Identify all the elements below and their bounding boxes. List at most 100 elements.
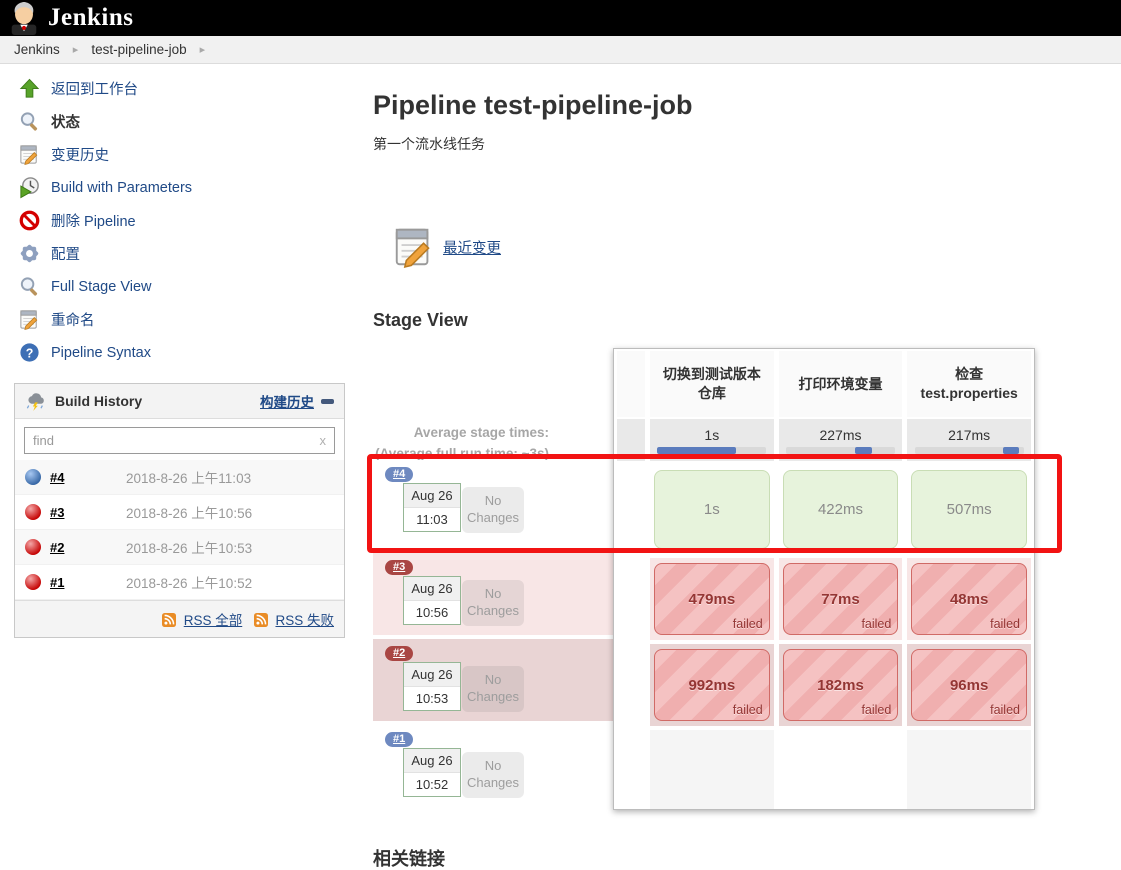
search-icon [18,275,41,298]
sidebar-item-pipeline-syntax[interactable]: ? Pipeline Syntax [0,336,360,369]
stage-header: 检查 test.properties [907,351,1031,417]
svg-text:?: ? [26,346,34,360]
clear-search-icon[interactable]: x [320,433,327,448]
build-date: 2018-8-26 上午10:52 [126,572,252,592]
breadcrumb-separator-icon: ▸ [73,43,79,56]
stage-progress-bar [915,447,1024,454]
stage-cell[interactable]: 992msfailed [654,649,770,721]
stage-header: 打印环境变量 [779,351,903,417]
stage-cell[interactable]: 1s [654,470,770,549]
build-history-row: #3 2018-8-26 上午10:56 [15,495,344,530]
stage-cell[interactable]: 96msfailed [911,649,1027,721]
stage-cell-empty [907,730,1031,809]
stage-cell[interactable]: 182msfailed [783,649,899,721]
no-changes-label: No Changes [462,580,524,626]
build-history-panel: Build History 构建历史 x #4 2018-8-26 上午11:0… [14,383,345,638]
build-badge[interactable]: #3 [385,560,413,575]
stage-cell[interactable]: 48msfailed [911,563,1027,635]
build-history-header: Build History 构建历史 [15,384,344,419]
jenkins-page: Jenkins Jenkins ▸ test-pipeline-job ▸ 返回… [0,0,1121,870]
sidebar-item-delete-pipeline[interactable]: 删除 Pipeline [0,204,360,237]
sidebar: 返回到工作台 状态 变更历史 Build with Parameters 删除 … [0,72,360,369]
notepad-icon [18,143,41,166]
run-caption-row: #2 Aug 26 10:53 No Changes [373,639,613,721]
breadcrumb-item-job[interactable]: test-pipeline-job [91,42,186,57]
stage-avg-time: 1s [650,419,774,461]
notepad-icon [18,308,41,331]
rss-icon [162,613,176,627]
gear-icon [18,242,41,265]
sidebar-item-status[interactable]: 状态 [0,105,360,138]
stage-average-row: 1s 227ms 217ms [617,419,1031,461]
build-date-box[interactable]: Aug 26 10:52 [403,748,461,797]
no-changes-label: No Changes [462,666,524,712]
help-icon: ? [18,341,41,364]
rss-icon [254,613,268,627]
weather-storm-icon [25,391,47,411]
recent-changes-notepad-icon [391,224,437,270]
sidebar-item-changes[interactable]: 变更历史 [0,138,360,171]
avg-stage-times-label: Average stage times: (Average full run t… [373,422,613,464]
build-search-input[interactable] [24,427,335,454]
no-changes-label: No Changes [462,752,524,798]
stage-cell-empty [650,730,774,809]
build-link[interactable]: #3 [50,505,84,520]
run-caption-row: #3 Aug 26 10:56 No Changes [373,553,613,635]
jenkins-logo-text[interactable]: Jenkins [48,4,133,32]
build-date-box[interactable]: Aug 26 10:56 [403,576,461,625]
stage-progress-bar [657,447,766,454]
build-link[interactable]: #2 [50,540,84,555]
stage-view: Average stage times: (Average full run t… [373,348,1037,814]
up-arrow-icon [18,77,41,100]
stage-cell[interactable]: 77msfailed [783,563,899,635]
build-history-trend-link[interactable]: 构建历史 [260,391,314,411]
sidebar-item-full-stage-view[interactable]: Full Stage View [0,270,360,303]
stage-view-heading: Stage View [373,310,468,331]
stage-cell[interactable]: 479msfailed [654,563,770,635]
stage-cell[interactable]: 422ms [783,470,899,549]
build-status-ball-failed-icon[interactable] [25,504,41,520]
breadcrumb-separator-icon: ▸ [200,43,206,56]
build-badge[interactable]: #4 [385,467,413,482]
sidebar-item-configure[interactable]: 配置 [0,237,360,270]
sidebar-item-rename[interactable]: 重命名 [0,303,360,336]
build-date: 2018-8-26 上午11:03 [126,467,251,487]
rss-all-link[interactable]: RSS 全部 [184,613,243,628]
search-icon [18,110,41,133]
build-status-ball-failed-icon[interactable] [25,539,41,555]
build-date-box[interactable]: Aug 26 11:03 [403,483,461,532]
stage-header-row: 切换到测试版本仓库 打印环境变量 检查 test.properties [617,351,1031,417]
sidebar-item-back-to-dashboard[interactable]: 返回到工作台 [0,72,360,105]
rss-failed-link[interactable]: RSS 失败 [275,613,334,628]
stage-cell-empty [779,730,903,809]
no-changes-label: No Changes [462,487,524,533]
build-clock-icon [18,176,41,199]
run-cells-row: 992msfailed 182msfailed 96msfailed [617,644,1031,726]
stage-cell-failed-label: failed [990,617,1020,631]
build-status-ball-running-icon[interactable] [25,469,41,485]
collapse-icon[interactable] [321,399,334,404]
build-badge[interactable]: #1 [385,732,413,747]
breadcrumb: Jenkins ▸ test-pipeline-job ▸ [0,36,1121,64]
recent-changes-link[interactable]: 最近变更 [443,237,501,258]
run-cells-row: 479msfailed 77msfailed 48msfailed [617,558,1031,640]
forbidden-icon [18,209,41,232]
build-badge[interactable]: #2 [385,646,413,661]
build-history-row: #2 2018-8-26 上午10:53 [15,530,344,565]
build-history-title: Build History [55,393,142,409]
jenkins-butler-icon[interactable] [8,1,40,35]
build-date: 2018-8-26 上午10:56 [126,502,252,522]
stage-cell-failed-label: failed [733,617,763,631]
build-history-search: x [15,419,344,460]
breadcrumb-item-jenkins[interactable]: Jenkins [14,42,60,57]
related-links-heading: 相关链接 [373,845,445,870]
build-link[interactable]: #4 [50,470,84,485]
build-date-box[interactable]: Aug 26 10:53 [403,662,461,711]
page-title: Pipeline test-pipeline-job [373,90,693,121]
build-history-footer: RSS 全部 RSS 失败 [15,600,344,637]
build-link[interactable]: #1 [50,575,84,590]
sidebar-item-build-with-parameters[interactable]: Build with Parameters [0,171,360,204]
stage-cell-failed-label: failed [861,703,891,717]
stage-cell[interactable]: 507ms [911,470,1027,549]
build-status-ball-failed-icon[interactable] [25,574,41,590]
